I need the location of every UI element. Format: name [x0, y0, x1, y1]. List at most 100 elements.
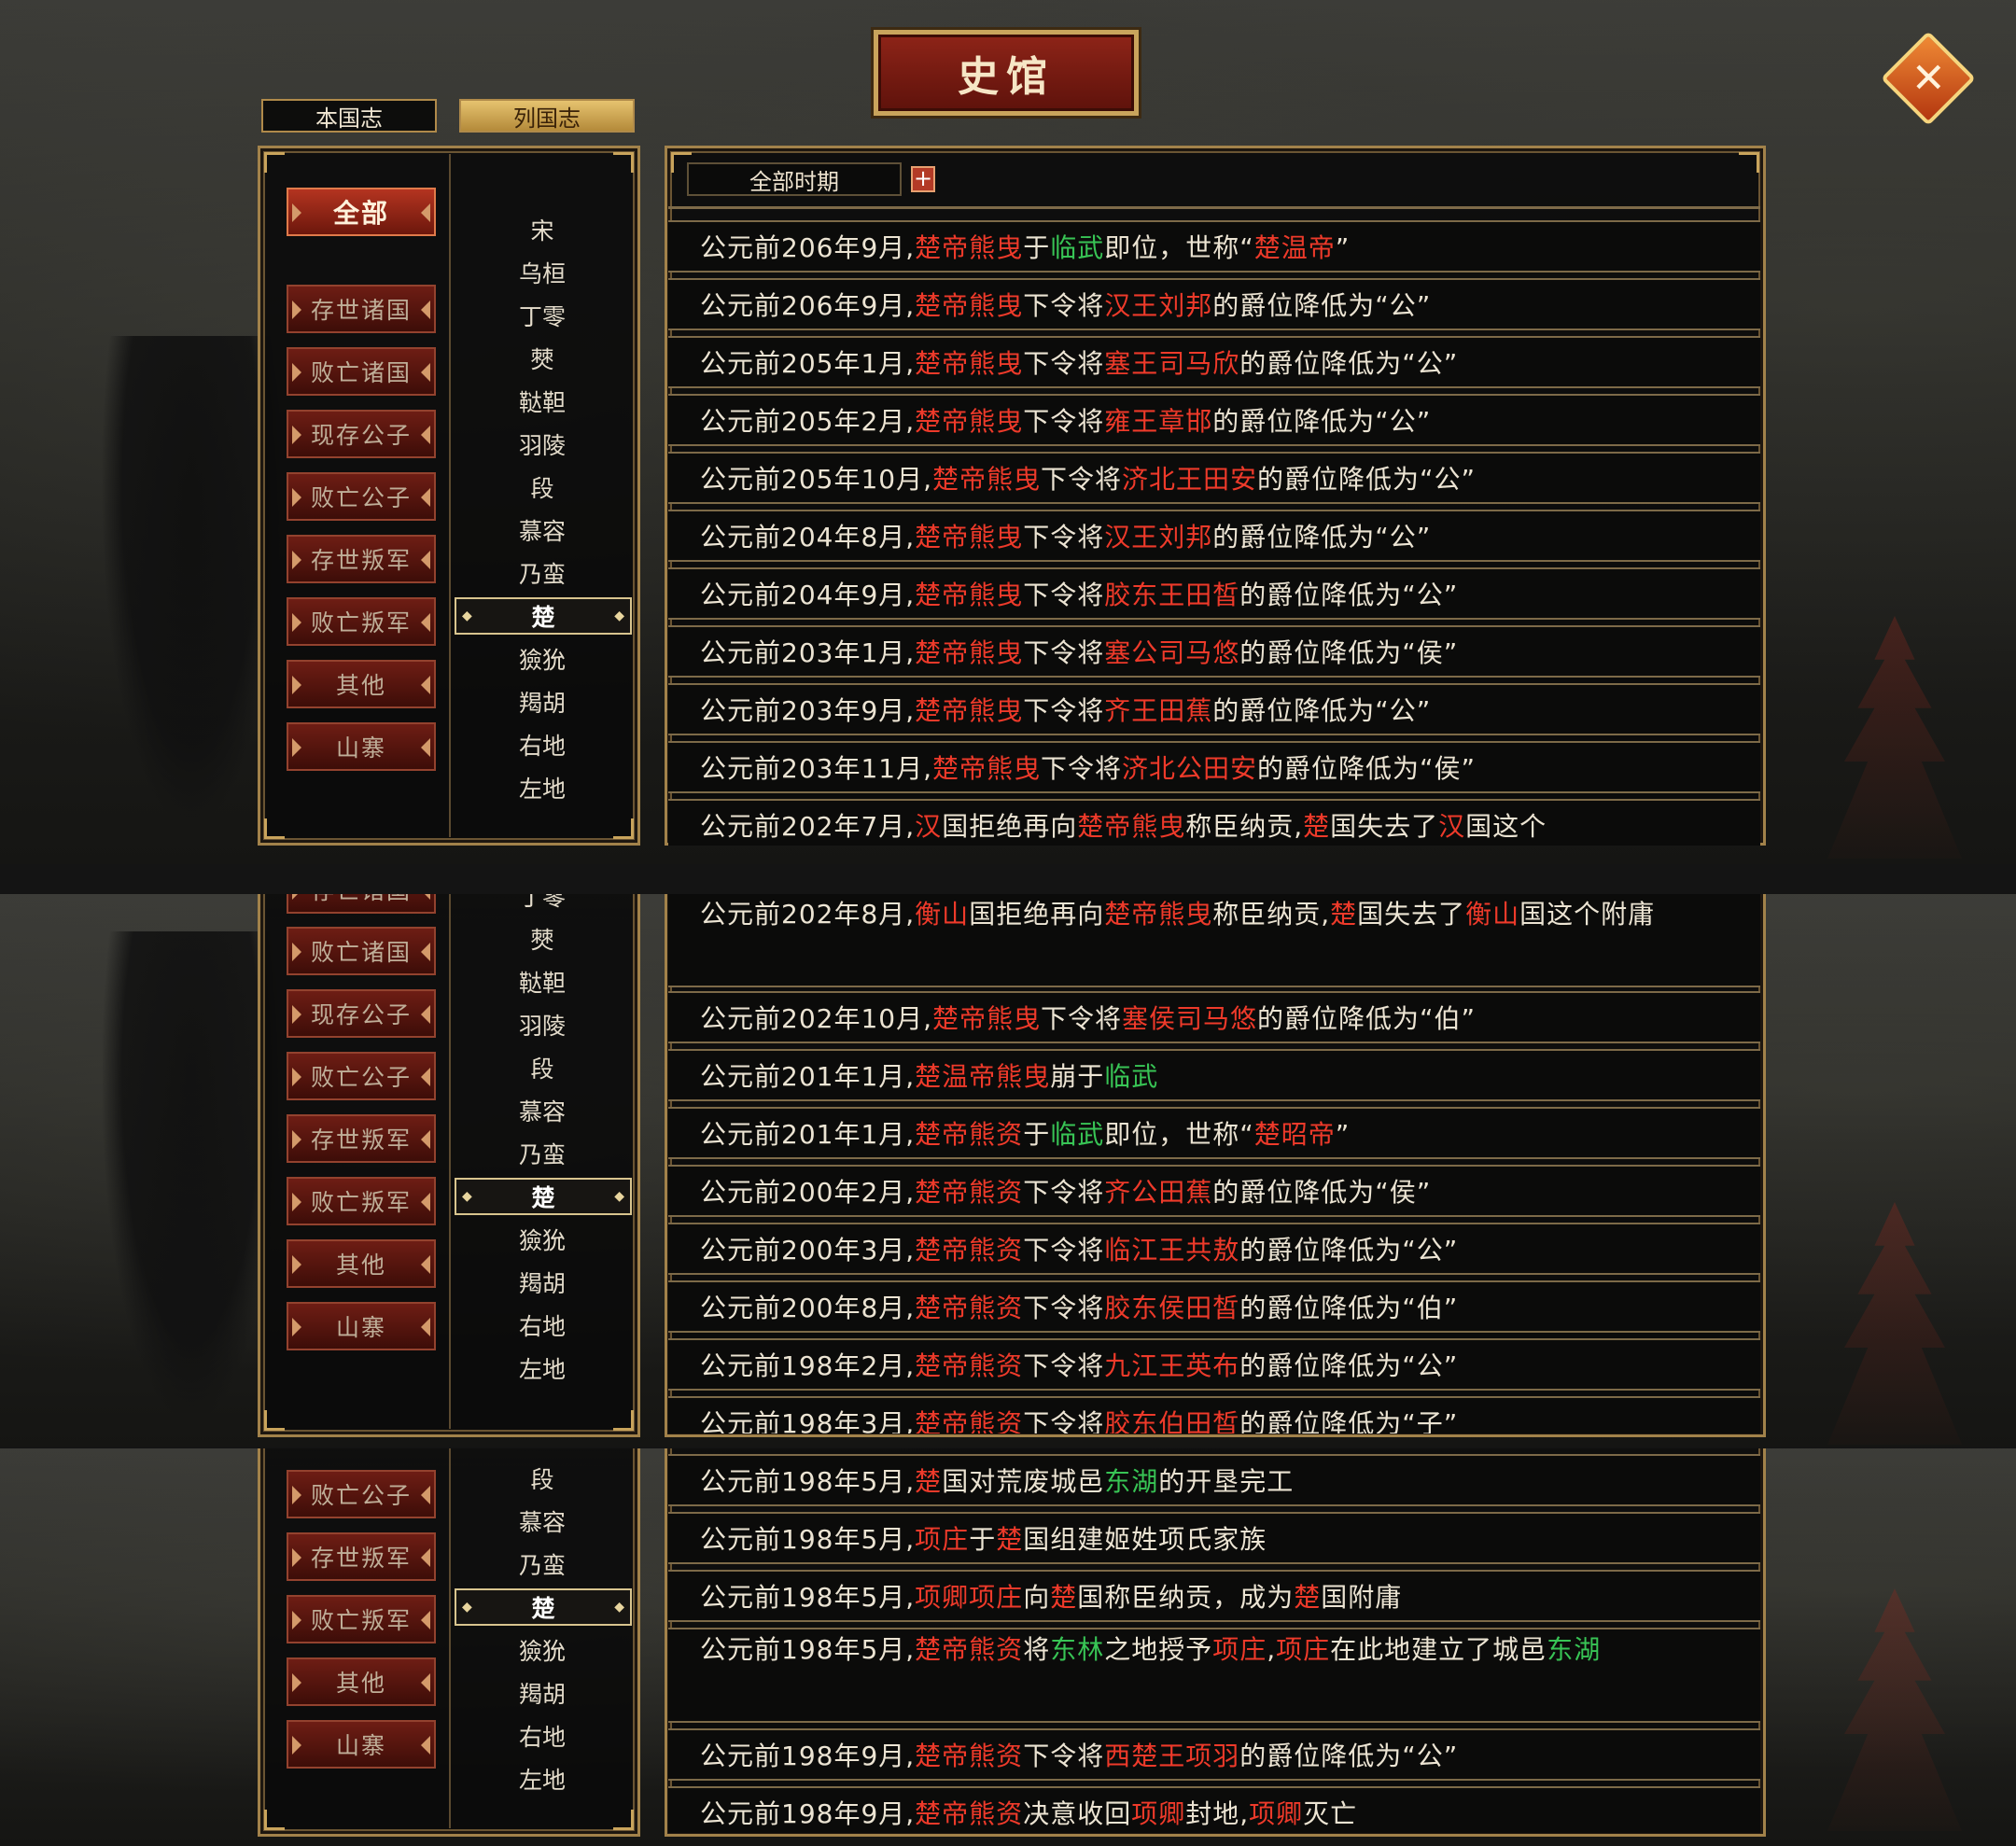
person-or-state-name[interactable]: 济北王田安: [1122, 464, 1257, 495]
person-or-state-name[interactable]: 楚: [1330, 899, 1357, 930]
person-or-state-name[interactable]: 胶东侯田皙: [1104, 1293, 1239, 1323]
person-or-state-name[interactable]: 楚帝熊资: [915, 1408, 1023, 1433]
category-living-princes[interactable]: 现存公子: [287, 989, 436, 1038]
nation-item[interactable]: 慕容: [451, 509, 634, 552]
person-or-state-name[interactable]: 楚帝熊曳: [932, 464, 1041, 495]
nation-item[interactable]: 乌桓: [451, 251, 634, 294]
person-or-state-name[interactable]: 项卿: [1131, 1798, 1185, 1829]
person-or-state-name[interactable]: 项庄: [1212, 1634, 1267, 1665]
person-or-state-name[interactable]: 楚温帝熊曳: [915, 1061, 1050, 1092]
nation-item[interactable]: 鞑靼: [451, 380, 634, 423]
person-or-state-name[interactable]: 塞公司马悠: [1104, 637, 1239, 668]
person-or-state-name[interactable]: 楚帝熊资: [915, 1350, 1023, 1381]
nation-item[interactable]: 羽陵: [451, 1003, 634, 1046]
person-or-state-name[interactable]: 项卿: [1249, 1798, 1303, 1829]
person-or-state-name[interactable]: 齐王田蕉: [1104, 695, 1212, 726]
place-name[interactable]: 东湖: [1104, 1466, 1158, 1497]
category-other[interactable]: 其他: [287, 660, 436, 708]
person-or-state-name[interactable]: 楚帝熊曳: [1077, 811, 1185, 842]
person-or-state-name[interactable]: 项卿项庄: [915, 1582, 1023, 1613]
nation-item[interactable]: 丁零: [451, 894, 634, 917]
person-or-state-name[interactable]: 楚: [1294, 1582, 1321, 1613]
nation-item[interactable]: 段: [451, 466, 634, 509]
person-or-state-name[interactable]: 楚帝熊曳: [915, 348, 1023, 379]
category-fallen-states[interactable]: 败亡诸国: [287, 927, 436, 975]
person-or-state-name[interactable]: 楚温帝: [1254, 232, 1336, 263]
person-or-state-name[interactable]: 楚帝熊曳: [915, 522, 1023, 552]
category-surviving-states[interactable]: 存世诸国: [287, 894, 436, 914]
person-or-state-name[interactable]: 雍王章邯: [1104, 406, 1212, 437]
person-or-state-name[interactable]: 项庄: [1276, 1634, 1330, 1665]
person-or-state-name[interactable]: 楚帝熊曳: [915, 580, 1023, 610]
place-name[interactable]: 临武: [1050, 1119, 1104, 1150]
nation-item[interactable]: 慕容: [451, 1089, 634, 1132]
nation-item[interactable]: 乃蛮: [451, 1132, 634, 1175]
person-or-state-name[interactable]: 齐公田蕉: [1104, 1177, 1212, 1208]
nation-item[interactable]: 慕容: [451, 1500, 634, 1543]
person-or-state-name[interactable]: 楚帝熊资: [915, 1235, 1023, 1266]
nation-item[interactable]: 獫狁: [451, 1218, 634, 1261]
person-or-state-name[interactable]: 楚帝熊曳: [1104, 899, 1212, 930]
category-other[interactable]: 其他: [287, 1239, 436, 1288]
category-fallen-rebels[interactable]: 败亡叛军: [287, 1595, 436, 1643]
person-or-state-name[interactable]: 汉王刘邦: [1104, 522, 1212, 552]
nation-item[interactable]: 羯胡: [451, 1261, 634, 1304]
nation-item[interactable]: 右地: [451, 1304, 634, 1347]
person-or-state-name[interactable]: 塞王司马欣: [1104, 348, 1239, 379]
category-bandits[interactable]: 山寨: [287, 722, 436, 771]
person-or-state-name[interactable]: 楚帝熊曳: [915, 695, 1023, 726]
place-name[interactable]: 临武: [1104, 1061, 1158, 1092]
person-or-state-name[interactable]: 楚: [996, 1524, 1023, 1555]
category-surviving-rebels[interactable]: 存世叛军: [287, 1532, 436, 1581]
category-fallen-princes[interactable]: 败亡公子: [287, 1470, 436, 1518]
person-or-state-name[interactable]: 楚帝熊曳: [915, 232, 1023, 263]
nation-item-selected[interactable]: 楚: [455, 1588, 632, 1626]
category-fallen-rebels[interactable]: 败亡叛军: [287, 1177, 436, 1225]
person-or-state-name[interactable]: 胶东伯田皙: [1104, 1408, 1239, 1433]
category-surviving-states[interactable]: 存世诸国: [287, 285, 436, 333]
person-or-state-name[interactable]: 楚: [1050, 1582, 1077, 1613]
person-or-state-name[interactable]: 楚帝熊曳: [932, 753, 1041, 784]
nation-item[interactable]: 段: [451, 1046, 634, 1089]
person-or-state-name[interactable]: 楚帝熊资: [915, 1634, 1023, 1665]
nation-item[interactable]: 鞑靼: [451, 960, 634, 1003]
category-fallen-princes[interactable]: 败亡公子: [287, 472, 436, 521]
person-or-state-name[interactable]: 衡山: [915, 899, 969, 930]
nation-item[interactable]: 獫狁: [451, 1629, 634, 1671]
person-or-state-name[interactable]: 济北公田安: [1122, 753, 1257, 784]
category-living-princes[interactable]: 现存公子: [287, 410, 436, 458]
person-or-state-name[interactable]: 汉: [915, 811, 942, 842]
nation-item[interactable]: 僰: [451, 337, 634, 380]
category-bandits[interactable]: 山寨: [287, 1302, 436, 1350]
nation-item[interactable]: 左地: [451, 1347, 634, 1390]
category-fallen-princes[interactable]: 败亡公子: [287, 1052, 436, 1100]
person-or-state-name[interactable]: 西楚王项羽: [1104, 1741, 1239, 1771]
nation-item[interactable]: 左地: [451, 1757, 634, 1800]
nation-item[interactable]: 丁零: [451, 294, 634, 337]
person-or-state-name[interactable]: 楚帝熊资: [915, 1119, 1023, 1150]
person-or-state-name[interactable]: 楚帝熊资: [915, 1741, 1023, 1771]
nation-item[interactable]: 羯胡: [451, 1671, 634, 1714]
nation-item[interactable]: 右地: [451, 1714, 634, 1757]
nation-item-selected[interactable]: 楚: [455, 597, 632, 635]
nation-item[interactable]: 僰: [451, 917, 634, 960]
nation-item[interactable]: 乃蛮: [451, 1543, 634, 1586]
person-or-state-name[interactable]: 胶东王田皙: [1104, 580, 1239, 610]
category-fallen-rebels[interactable]: 败亡叛军: [287, 597, 436, 646]
person-or-state-name[interactable]: 衡山: [1465, 899, 1519, 930]
category-surviving-rebels[interactable]: 存世叛军: [287, 535, 436, 583]
person-or-state-name[interactable]: 楚昭帝: [1254, 1119, 1336, 1150]
nation-item[interactable]: 羽陵: [451, 423, 634, 466]
nation-item[interactable]: 羯胡: [451, 680, 634, 723]
nation-item[interactable]: 右地: [451, 723, 634, 766]
expand-plus-button[interactable]: +: [911, 166, 935, 192]
person-or-state-name[interactable]: 汉: [1438, 811, 1465, 842]
person-or-state-name[interactable]: 塞侯司马悠: [1122, 1003, 1257, 1034]
place-name[interactable]: 东湖: [1547, 1634, 1601, 1665]
place-name[interactable]: 东林: [1050, 1634, 1104, 1665]
nation-item[interactable]: 宋: [451, 208, 634, 251]
nation-item[interactable]: 乃蛮: [451, 552, 634, 594]
tab-all-states[interactable]: 列国志: [459, 99, 635, 133]
place-name[interactable]: 临武: [1050, 232, 1104, 263]
person-or-state-name[interactable]: 楚帝熊资: [915, 1293, 1023, 1323]
